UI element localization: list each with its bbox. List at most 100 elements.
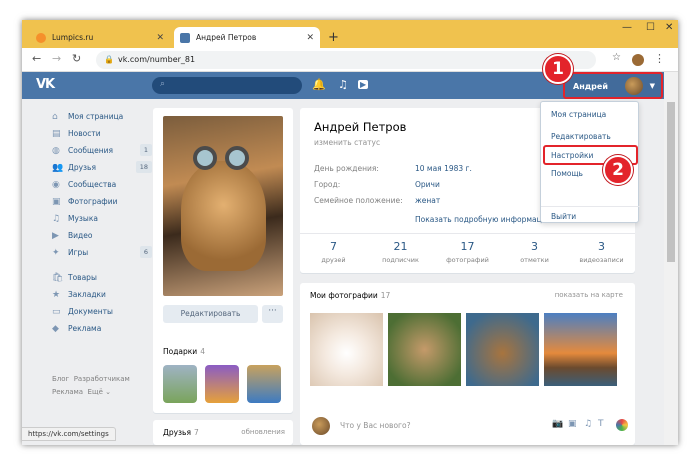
sidebar-item-label: Видео <box>68 231 93 240</box>
gift-item[interactable] <box>205 365 239 403</box>
dropdown-item-my-page[interactable]: Моя страница <box>551 110 606 119</box>
sidebar-item-label: Музыка <box>68 214 98 223</box>
text-format-icon[interactable]: T <box>598 419 604 429</box>
music-icon[interactable]: ♫ <box>584 419 592 429</box>
dropdown-item-settings[interactable]: Настройки <box>551 151 593 160</box>
dropdown-item-edit[interactable]: Редактировать <box>551 132 611 141</box>
tab-title: Lumpics.ru <box>52 33 94 42</box>
footer-link-ads[interactable]: Реклама <box>52 388 83 396</box>
info-value[interactable]: женат <box>415 196 440 205</box>
sidebar-item-label: Сообщения <box>68 146 114 155</box>
sidebar-item[interactable]: ◉ Сообщества <box>52 176 152 193</box>
gift-item[interactable] <box>247 365 281 403</box>
minimize-icon[interactable]: — <box>622 22 632 33</box>
market-icon: 🛍 <box>52 272 64 283</box>
sidebar-item[interactable]: ▭ Документы <box>52 303 152 320</box>
stat-item[interactable]: 21 подписчик <box>367 234 434 273</box>
maximize-icon[interactable]: ☐ <box>646 22 655 33</box>
info-value[interactable]: Оричи <box>415 180 440 189</box>
photo-thumbnail[interactable] <box>388 313 461 386</box>
sidebar-item[interactable]: ▣ Фотографии <box>52 193 152 210</box>
profile-avatar-icon[interactable] <box>632 54 644 66</box>
search-icon: ⌕ <box>160 79 166 89</box>
step-badge-1: 1 <box>543 54 573 84</box>
photo-thumbnail[interactable] <box>466 313 539 386</box>
sidebar-item[interactable]: ▶ Видео <box>52 227 152 244</box>
bookmark-star-icon[interactable]: ☆ <box>612 52 621 63</box>
sidebar-item[interactable]: ★ Закладки <box>52 286 152 303</box>
camera-icon[interactable]: 📷 <box>552 419 563 429</box>
stat-item[interactable]: 17 фотографий <box>434 234 501 273</box>
reload-icon[interactable]: ↻ <box>72 52 81 65</box>
stat-item[interactable]: 3 отметки <box>501 234 568 273</box>
footer-link-dev[interactable]: Разработчикам <box>74 375 130 383</box>
menu-dots-icon[interactable]: ⋮ <box>654 52 665 65</box>
sidebar-item[interactable]: 👥 Друзья 18 <box>52 159 152 176</box>
sidebar-item[interactable]: ⌂ Моя страница <box>52 108 152 125</box>
more-button[interactable]: ··· <box>262 305 283 323</box>
home-icon: ⌂ <box>52 111 58 122</box>
color-picker-icon[interactable] <box>616 419 628 431</box>
stat-item[interactable]: 3 видеозаписи <box>568 234 635 273</box>
sidebar-item-label: Друзья <box>68 163 96 172</box>
forward-icon[interactable]: → <box>52 52 61 65</box>
sidebar-item[interactable]: ▤ Новости <box>52 125 152 142</box>
vk-logo-icon[interactable]: VK <box>36 77 58 93</box>
change-status-link[interactable]: изменить статус <box>314 138 380 147</box>
music-player-icon[interactable]: ♫ <box>338 78 348 91</box>
browser-window: Lumpics.ru ✕ Андрей Петров ✕ + — ☐ ✕ ← →… <box>22 20 678 445</box>
footer-link-blog[interactable]: Блог <box>52 375 69 383</box>
photos-icon: ▣ <box>52 196 61 207</box>
close-window-icon[interactable]: ✕ <box>665 22 673 33</box>
search-input[interactable]: ⌕ <box>152 77 302 94</box>
dropdown-item-help[interactable]: Помощь <box>551 169 583 178</box>
back-icon[interactable]: ← <box>32 52 41 65</box>
stat-item[interactable]: 7 друзей <box>300 234 367 273</box>
sidebar-item[interactable]: 🛍 Товары <box>52 269 152 286</box>
friends-updates-link[interactable]: обновления <box>241 428 285 436</box>
sidebar-item[interactable]: ♫ Музыка <box>52 210 152 227</box>
address-bar: ← → ↻ 🔒 vk.com/number_81 ☆ ⋮ <box>22 48 678 72</box>
user-menu-button[interactable]: Андрей ▼ <box>563 72 663 99</box>
sidebar-item[interactable]: ✦ Игры 6 <box>52 244 152 261</box>
chevron-down-icon: ⌄ <box>105 388 111 396</box>
scrollbar-thumb[interactable] <box>667 102 675 262</box>
show-more-info-link[interactable]: Показать подробную информацию <box>415 215 553 224</box>
footer-link-more[interactable]: Ещё <box>88 388 103 396</box>
gifts-title-text: Подарки <box>163 347 198 356</box>
show-on-map-link[interactable]: показать на карте <box>555 291 623 299</box>
new-post-input[interactable]: Что у Вас нового? <box>340 421 411 430</box>
video-icon[interactable]: ▣ <box>568 419 577 429</box>
photo-thumbnail[interactable] <box>310 313 383 386</box>
info-value[interactable]: 10 мая 1983 г. <box>415 164 472 173</box>
tab-vk-profile[interactable]: Андрей Петров ✕ <box>174 27 320 48</box>
new-post-card: Что у Вас нового? 📷 ▣ ♫ T <box>300 407 635 445</box>
music-icon: ♫ <box>52 213 61 224</box>
user-avatar <box>625 77 643 95</box>
close-tab-icon[interactable]: ✕ <box>306 33 314 43</box>
photos-title[interactable]: Мои фотографии 17 <box>310 291 390 300</box>
stat-value: 17 <box>460 240 475 253</box>
friends-title[interactable]: Друзья 7 <box>163 428 199 437</box>
profile-photo[interactable] <box>163 116 283 296</box>
close-tab-icon[interactable]: ✕ <box>156 33 164 43</box>
dropdown-item-logout[interactable]: Выйти <box>551 212 576 221</box>
gifts-title[interactable]: Подарки 4 <box>163 347 205 356</box>
notifications-icon[interactable]: 🔔 <box>312 78 326 91</box>
gift-item[interactable] <box>163 365 197 403</box>
games-icon: ✦ <box>52 247 60 258</box>
tab-lumpics[interactable]: Lumpics.ru ✕ <box>30 27 170 48</box>
info-label: Семейное положение: <box>314 196 403 205</box>
scrollbar[interactable] <box>664 72 678 445</box>
edit-profile-button[interactable]: Редактировать <box>163 305 258 323</box>
documents-icon: ▭ <box>52 306 61 317</box>
sidebar-item[interactable]: ◆ Реклама <box>52 320 152 337</box>
sidebar-item[interactable]: ◍ Сообщения 1 <box>52 142 152 159</box>
url-field[interactable]: 🔒 vk.com/number_81 <box>96 51 596 69</box>
info-label: Город: <box>314 180 341 189</box>
friends-icon: 👥 <box>52 162 64 173</box>
new-tab-icon[interactable]: + <box>328 30 339 45</box>
count-badge: 1 <box>139 144 152 156</box>
play-icon[interactable]: ▶ <box>358 80 369 89</box>
photo-thumbnail[interactable] <box>544 313 617 386</box>
